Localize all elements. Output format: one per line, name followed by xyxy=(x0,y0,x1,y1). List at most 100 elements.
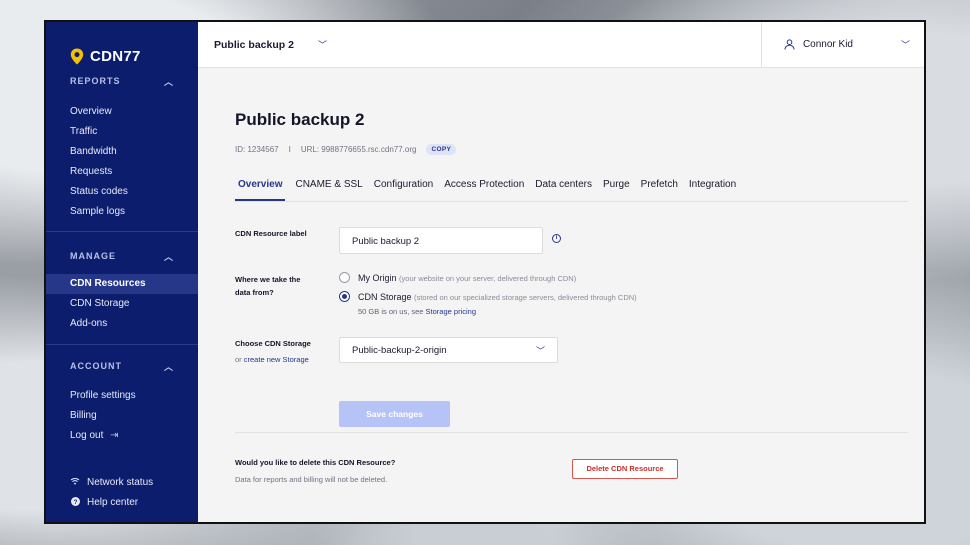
reports-nav: Overview Traffic Bandwidth Requests Stat… xyxy=(46,102,198,222)
storage-caption-title: Choose CDN Storage xyxy=(235,339,311,348)
delete-note: Data for reports and billing will not be… xyxy=(235,475,388,484)
delete-question: Would you like to delete this CDN Resour… xyxy=(235,458,396,467)
tab-purge[interactable]: Purge xyxy=(603,179,631,201)
copy-url-button[interactable]: COPY xyxy=(426,144,457,155)
origin-options: My Origin (your website on your server, … xyxy=(339,272,637,316)
origin-caption-line2: data from? xyxy=(235,288,274,297)
help-center-label: Help center xyxy=(87,496,139,508)
info-icon[interactable]: i xyxy=(552,234,561,243)
storage-pricing-link[interactable]: Storage pricing xyxy=(426,307,476,316)
sidebar-item-traffic[interactable]: Traffic xyxy=(46,122,198,142)
chevron-down-icon: ﹀ xyxy=(535,345,545,356)
chevron-up-icon: ︿ xyxy=(163,251,174,262)
sidebar-item-profile-settings[interactable]: Profile settings xyxy=(46,386,198,406)
network-status-link[interactable]: Network status xyxy=(46,472,198,492)
help-icon: ? xyxy=(70,496,80,508)
origin-caption: Where we take the data from? xyxy=(235,273,339,316)
user-menu[interactable]: Connor Kid ﹀ xyxy=(760,22,924,68)
user-icon xyxy=(784,39,795,50)
tab-prefetch[interactable]: Prefetch xyxy=(641,179,679,201)
cdn-storage-title: CDN Storage xyxy=(358,292,412,302)
delete-section: Would you like to delete this CDN Resour… xyxy=(235,458,395,484)
tab-data-centers[interactable]: Data centers xyxy=(535,179,593,201)
svg-text:?: ? xyxy=(73,499,77,506)
resource-label-caption: CDN Resource label xyxy=(235,229,307,238)
storage-row: Choose CDN Storage or create new Storage… xyxy=(235,337,908,366)
origin-row: Where we take the data from? My Origin (… xyxy=(235,272,908,316)
sidebar-item-add-ons[interactable]: Add-ons xyxy=(46,314,198,334)
resource-switcher[interactable]: Public backup 2 ﹀ xyxy=(214,38,327,51)
save-changes-button[interactable]: Save changes xyxy=(339,401,450,427)
topbar: Public backup 2 ﹀ Connor Kid ﹀ xyxy=(198,22,924,68)
manage-section-title: MANAGE xyxy=(70,251,116,261)
reports-section-header[interactable]: REPORTS ︿ xyxy=(46,74,198,88)
resource-switcher-label: Public backup 2 xyxy=(214,38,294,51)
logo[interactable]: CDN77 xyxy=(46,22,198,72)
app-window: CDN77 REPORTS ︿ Overview Traffic Bandwid… xyxy=(44,20,926,524)
storage-caption: Choose CDN Storage or create new Storage xyxy=(235,337,339,366)
sidebar: CDN77 REPORTS ︿ Overview Traffic Bandwid… xyxy=(46,22,198,522)
sidebar-item-overview[interactable]: Overview xyxy=(46,102,198,122)
storage-select[interactable]: Public-backup-2-origin ﹀ xyxy=(339,337,558,363)
sidebar-divider xyxy=(46,344,198,345)
account-section-title: ACCOUNT xyxy=(70,361,122,371)
account-section-header[interactable]: ACCOUNT ︿ xyxy=(46,359,198,373)
sidebar-item-cdn-resources[interactable]: CDN Resources xyxy=(46,274,198,294)
tab-overview[interactable]: Overview xyxy=(235,179,286,201)
save-wrap: Save changes xyxy=(339,401,908,427)
sidebar-divider xyxy=(46,231,198,232)
resource-label-row: CDN Resource label Public backup 2 i xyxy=(235,227,908,254)
sidebar-item-status-codes[interactable]: Status codes xyxy=(46,182,198,202)
tab-integration[interactable]: Integration xyxy=(689,179,737,201)
main-area: Public backup 2 ﹀ Connor Kid ﹀ Public ba… xyxy=(198,22,924,522)
cdn-storage-desc: (stored on our specialized storage serve… xyxy=(414,293,637,302)
user-name: Connor Kid xyxy=(802,39,853,50)
log-out-label: Log out xyxy=(70,430,104,441)
sidebar-item-log-out[interactable]: Log out ⇥ xyxy=(46,426,198,446)
delete-resource-button[interactable]: Delete CDN Resource xyxy=(572,459,678,479)
location-pin-icon xyxy=(70,48,84,64)
create-storage-link[interactable]: create new Storage xyxy=(244,355,309,364)
sidebar-item-requests[interactable]: Requests xyxy=(46,162,198,182)
meta-separator: I xyxy=(288,145,291,154)
resource-label-input[interactable]: Public backup 2 xyxy=(339,227,543,254)
chevron-up-icon: ︿ xyxy=(163,76,174,87)
network-status-label: Network status xyxy=(87,476,154,488)
tab-access-protection[interactable]: Access Protection xyxy=(444,179,525,201)
log-out-icon: ⇥ xyxy=(110,430,119,441)
help-center-link[interactable]: ? Help center xyxy=(46,492,198,512)
manage-nav: CDN Resources CDN Storage Add-ons xyxy=(46,274,198,334)
create-storage-hint: or create new Storage xyxy=(235,353,339,366)
origin-option-cdn-storage[interactable]: CDN Storage (stored on our specialized s… xyxy=(339,291,637,302)
storage-note: 50 GB is on us, see Storage pricing xyxy=(358,307,637,316)
page-title: Public backup 2 xyxy=(235,110,365,129)
my-origin-desc: (your website on your server, delivered … xyxy=(399,274,577,283)
brand-name: CDN77 xyxy=(90,47,141,65)
chevron-up-icon: ︿ xyxy=(163,361,174,372)
reports-section-title: REPORTS xyxy=(70,76,121,86)
sidebar-item-cdn-storage[interactable]: CDN Storage xyxy=(46,294,198,314)
tab-cname-ssl[interactable]: CNAME & SSL xyxy=(295,179,363,201)
resource-meta: ID: 1234567 I URL: 9988776655.rsc.cdn77.… xyxy=(235,144,908,155)
tab-configuration[interactable]: Configuration xyxy=(374,179,434,201)
origin-option-my-origin[interactable]: My Origin (your website on your server, … xyxy=(339,272,637,283)
account-nav: Profile settings Billing Log out ⇥ xyxy=(46,386,198,446)
sidebar-item-bandwidth[interactable]: Bandwidth xyxy=(46,142,198,162)
or-text: or xyxy=(235,355,242,364)
page-content: Public backup 2 ID: 1234567 I URL: 99887… xyxy=(198,68,924,522)
resource-tabs: Overview CNAME & SSL Configuration Acces… xyxy=(235,179,908,202)
sidebar-footer: Network status ? Help center xyxy=(46,472,198,512)
storage-select-value: Public-backup-2-origin xyxy=(352,344,447,356)
sidebar-item-billing[interactable]: Billing xyxy=(46,406,198,426)
chevron-down-icon: ﹀ xyxy=(900,40,910,50)
my-origin-title: My Origin xyxy=(358,273,397,283)
radio-cdn-storage[interactable] xyxy=(339,291,350,302)
resource-id: ID: 1234567 xyxy=(235,145,279,154)
radio-my-origin[interactable] xyxy=(339,272,350,283)
sidebar-item-sample-logs[interactable]: Sample logs xyxy=(46,202,198,222)
section-divider xyxy=(235,432,908,433)
storage-note-text: 50 GB is on us, see xyxy=(358,307,424,316)
manage-section-header[interactable]: MANAGE ︿ xyxy=(46,249,198,263)
origin-caption-line1: Where we take the xyxy=(235,275,301,284)
wifi-icon xyxy=(70,477,80,487)
